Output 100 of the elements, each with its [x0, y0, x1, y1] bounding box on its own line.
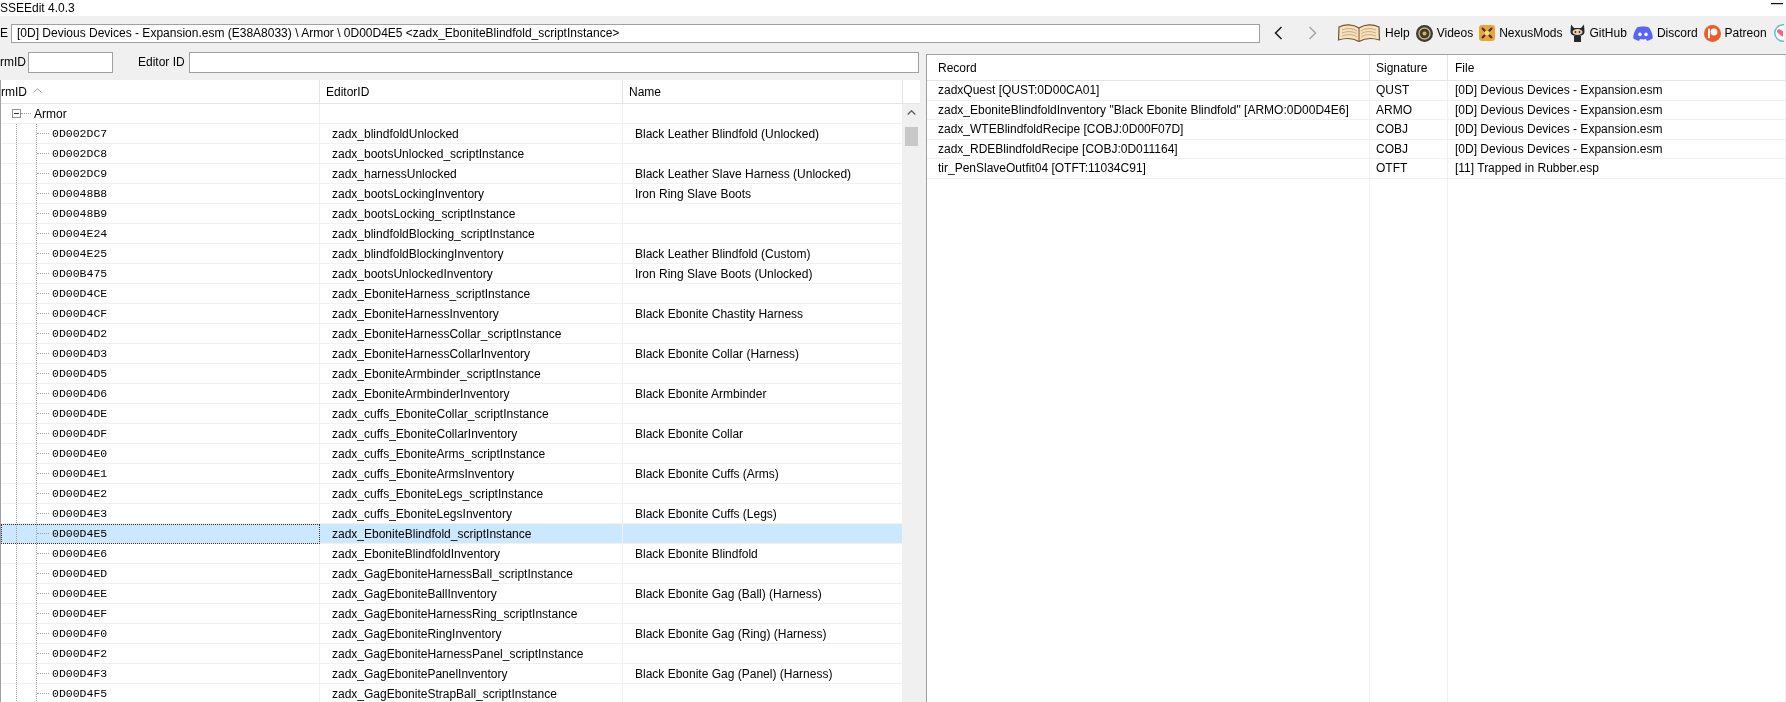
editor-id-cell: zadx_blindfoldBlockingInventory	[320, 244, 623, 264]
tree-row[interactable]: 0D0048B9 zadx_bootsLocking_scriptInstance	[1, 204, 903, 224]
tree-row[interactable]: 0D00D4F2 zadx_GagEboniteHarnessPanel_scriptInstance	[1, 644, 903, 664]
editor-id-cell: zadx_EboniteBlindfold_scriptInstance	[320, 524, 623, 544]
editor-id-cell: zadx_bootsUnlocked_scriptInstance	[320, 144, 623, 164]
toolbar-link[interactable]: Discord	[1632, 21, 1698, 45]
tree-row[interactable]: 0D00D4E2 zadx_cuffs_EboniteLegs_scriptInstance	[1, 484, 903, 504]
form-id-cell-text: 0D00D4E3	[52, 505, 108, 522]
file-cell: [0D] Devious Devices - Expansion.esm	[1448, 139, 1786, 159]
disc-icon	[1703, 24, 1721, 42]
filter-field[interactable]	[188, 52, 919, 73]
scrollbar[interactable]	[903, 104, 920, 702]
editor-id-cell: zadx_cuffs_EboniteCollar_scriptInstance	[320, 404, 623, 424]
editor-id-cell: zadx_GagEboniteBallInventory	[320, 584, 623, 604]
gamepad-icon	[1632, 25, 1653, 41]
tree-row[interactable]: 0D004E24 zadx_blindfoldBlocking_scriptInstance	[1, 224, 903, 244]
collapse-icon[interactable]	[12, 109, 21, 118]
column-header[interactable]: rmID	[1, 80, 320, 103]
tree-row[interactable]: 0D00D4CE zadx_EboniteHarness_scriptInstance	[1, 284, 903, 304]
editor-id-cell: zadx_EboniteHarnessInventory	[320, 304, 623, 324]
tree-row[interactable]: 0D002DC8 zadx_bootsUnlocked_scriptInstance	[1, 144, 903, 164]
minimize-icon[interactable]	[1771, 3, 1783, 5]
form-id-cell-text: 0D00D4F3	[52, 665, 108, 682]
coin-icon	[1415, 24, 1433, 42]
tree-row[interactable]: 0D00D4EE zadx_GagEboniteBallInventory Black Ebonite Gag (Ball) (Harness)	[1, 584, 903, 604]
form-id-cell-text: 0D00D4E6	[52, 545, 108, 562]
name-cell: Black Ebonite Gag (Ring) (Harness)	[623, 624, 903, 644]
column-header[interactable]: File	[1448, 55, 1786, 80]
tree-row[interactable]: 0D00D4EF zadx_GagEboniteHarnessRing_scriptInstance	[1, 604, 903, 624]
record-cell: zadxQuest [QUST:0D00CA01]	[927, 81, 1370, 101]
tree-row[interactable]: 0D00D4DE zadx_cuffs_EboniteCollar_scriptInstance	[1, 404, 903, 424]
signature-cell: ARMO	[1370, 100, 1448, 120]
form-id-cell-text: 0D00D4E5	[52, 525, 108, 542]
editor-id-cell: zadx_EboniteHarnessCollar_scriptInstance	[320, 324, 623, 344]
record-cell: zadx_RDEBlindfoldRecipe [COBJ:0D011164]	[927, 139, 1370, 159]
toolbar-link[interactable]: Videos	[1415, 21, 1474, 45]
editor-id-cell: zadx_EboniteBlindfoldInventory	[320, 544, 623, 564]
name-cell: Black Leather Blindfold (Custom)	[623, 244, 903, 264]
filter-field[interactable]	[28, 52, 113, 73]
signature-cell: QUST	[1370, 81, 1448, 101]
editor-id-cell: zadx_EboniteHarness_scriptInstance	[320, 284, 623, 304]
form-id-cell-text: 0D00D4EE	[52, 585, 108, 602]
toolbar-link[interactable]: Patreon	[1703, 21, 1767, 45]
name-cell: Black Ebonite Chastity Harness	[623, 304, 903, 324]
column-header[interactable]: Name	[623, 80, 903, 103]
editor-id-cell: zadx_GagEboniteHarnessPanel_scriptInstance	[320, 644, 623, 664]
column-header[interactable]: Signature	[1370, 55, 1448, 80]
tree-row[interactable]: 0D00D4E5 zadx_EboniteBlindfold_scriptInstance	[1, 524, 903, 544]
editor-id-cell: zadx_blindfoldBlocking_scriptInstance	[320, 224, 623, 244]
tree-row[interactable]: 0D00D4DF zadx_cuffs_EboniteCollarInventory Black Ebonite Collar	[1, 424, 903, 444]
form-id-cell-text: 0D00D4CE	[52, 285, 108, 302]
signature-cell: COBJ	[1370, 120, 1448, 140]
tree-row[interactable]: 0D0048B8 zadx_bootsLockingInventory Iron Ring Slave Boots	[1, 184, 903, 204]
tree-row[interactable]: 0D00D4D6 zadx_EboniteArmbinderInventory Black Ebonite Armbinder	[1, 384, 903, 404]
editor-id-cell: zadx_bootsLockingInventory	[320, 184, 623, 204]
form-id-cell-text: 0D0048B8	[52, 185, 108, 202]
editor-id-cell: zadx_bootsLocking_scriptInstance	[320, 204, 623, 224]
toolbar-link[interactable]: GitHub	[1568, 21, 1627, 45]
editor-id-cell: zadx_blindfoldUnlocked	[320, 124, 623, 144]
tree-row[interactable]: 0D00D4E0 zadx_cuffs_EboniteArms_scriptInstance	[1, 444, 903, 464]
editor-id-cell: zadx_bootsUnlockedInventory	[320, 264, 623, 284]
form-id-cell-text: 0D00D4E2	[52, 485, 108, 502]
form-id-cell-text: 0D00D4E0	[52, 445, 108, 462]
form-id-cell-text: 0D00D4EF	[52, 605, 108, 622]
tree-row[interactable]: 0D00D4CF zadx_EboniteHarnessInventory Black Ebonite Chastity Harness	[1, 304, 903, 324]
tree-row[interactable]: 0D00D4D2 zadx_EboniteHarnessCollar_scriptInstance	[1, 324, 903, 344]
signature-cell: COBJ	[1370, 139, 1448, 159]
tree-row[interactable]: 0D00D4D3 zadx_EboniteHarnessCollarInventory Black Ebonite Collar (Harness)	[1, 344, 903, 364]
form-id-cell-text: 0D00D4F5	[52, 685, 108, 702]
form-id-cell-text: 0D00D4D6	[52, 385, 108, 402]
column-header[interactable]: EditorID	[320, 80, 623, 103]
name-cell: Black Ebonite Cuffs (Arms)	[623, 464, 903, 484]
tree-row[interactable]: 0D00D4D5 zadx_EboniteArmbinder_scriptInstance	[1, 364, 903, 384]
tree-row[interactable]: Armor	[1, 104, 903, 124]
tree-node-label: Armor	[34, 105, 67, 123]
heart-icon[interactable]	[1772, 24, 1784, 42]
chevron-right-icon	[1307, 26, 1317, 40]
tree-row[interactable]: 0D002DC7 zadx_blindfoldUnlocked Black Leather Blindfold (Unlocked)	[1, 124, 903, 144]
column-header[interactable]: Record	[927, 55, 1370, 80]
record-cell: zadx_EboniteBlindfoldInventory "Black Ebonite Blindfold" [ARMO:0D00D4E6]	[927, 100, 1370, 120]
tree-row[interactable]: 0D004E25 zadx_blindfoldBlockingInventory Black Leather Blindfold (Custom)	[1, 244, 903, 264]
editor-id-cell: zadx_GagEbonitePanelInventory	[320, 664, 623, 684]
tree-row[interactable]: 0D00D4E6 zadx_EboniteBlindfoldInventory Black Ebonite Blindfold	[1, 544, 903, 564]
scroll-up-icon[interactable]	[907, 110, 916, 115]
tree-row[interactable]: 0D00D4ED zadx_GagEboniteHarnessBall_scriptInstance	[1, 564, 903, 584]
editor-id-cell: zadx_cuffs_EboniteCollarInventory	[320, 424, 623, 444]
tree-row[interactable]: 0D002DC9 zadx_harnessUnlocked Black Leather Slave Harness (Unlocked)	[1, 164, 903, 184]
window-title: SSEEdit 4.0.3	[0, 0, 75, 16]
name-cell: Iron Ring Slave Boots (Unlocked)	[623, 264, 903, 284]
file-cell: [0D] Devious Devices - Expansion.esm	[1448, 120, 1786, 140]
form-id-cell-text: 0D00D4D3	[52, 345, 108, 362]
scrollbar-thumb[interactable]	[905, 127, 918, 146]
path-field[interactable]: [0D] Devious Devices - Expansion.esm (E38A8033) \ Armor \ 0D00D4E5 <zadx_EboniteBlindfold_scriptInstance>	[11, 23, 1260, 43]
tree-row[interactable]: 0D00B475 zadx_bootsUnlockedInventory Iron Ring Slave Boots (Unlocked)	[1, 264, 903, 284]
toolbar-link[interactable]: NexusMods	[1479, 21, 1563, 45]
tree-row[interactable]: 0D00D4E1 zadx_cuffs_EboniteArmsInventory Black Ebonite Cuffs (Arms)	[1, 464, 903, 484]
tree-row[interactable]: 0D00D4F0 zadx_GagEboniteRingInventory Black Ebonite Gag (Ring) (Harness)	[1, 624, 903, 644]
toolbar-link[interactable]: Help	[1337, 21, 1410, 45]
tree-row[interactable]: 0D00D4F3 zadx_GagEbonitePanelInventory Black Ebonite Gag (Panel) (Harness)	[1, 664, 903, 684]
form-id-cell-text: 0D00D4E1	[52, 465, 108, 482]
